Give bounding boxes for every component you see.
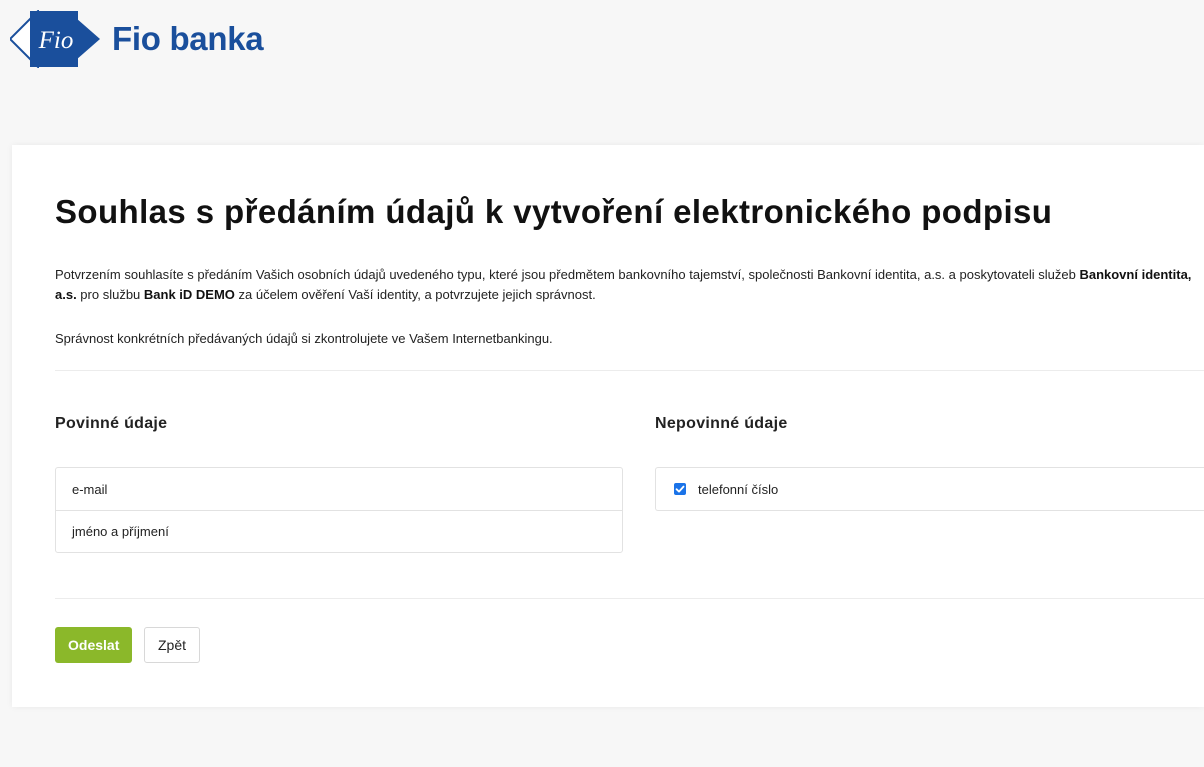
fio-banka-logo[interactable]: Fio Fio banka [10,10,264,68]
page: Fio Fio banka Souhlas s předáním údajů k… [0,0,1204,767]
divider [55,598,1204,599]
divider [55,370,1204,371]
brand-name: Fio banka [112,20,264,57]
submit-button[interactable]: Odeslat [55,627,133,663]
list-item-label: jméno a příjmení [72,524,169,539]
consent-text-part3: za účelem ověření Vaší identity, a potvr… [234,287,596,302]
list-item-full-name: jméno a příjmení [56,510,622,552]
page-title: Souhlas s předáním údajů k vytvoření ele… [55,193,1053,230]
consent-service-name: Bank iD DEMO [143,287,235,302]
list-item-label: e-mail [72,481,108,497]
list-item-email: e-mail [56,468,622,510]
required-data-list: e-mail jméno a příjmení [55,467,623,553]
fio-logo-mark-icon: Fio [10,10,102,68]
consent-paragraph: Potvrzením souhlasíte s předáním Vašich … [55,265,1204,305]
consent-text-part2: pro službu [76,287,144,302]
optional-data-heading: Nepovinné údaje [655,415,788,432]
consent-text-part1: Potvrzením souhlasíte s předáním Vašich … [55,267,1080,282]
consent-card: Souhlas s předáním údajů k vytvoření ele… [12,145,1204,707]
checkmark-icon [675,485,685,493]
back-button[interactable]: Zpět [144,627,201,663]
required-data-heading: Povinné údaje [55,415,168,432]
list-item-phone-number[interactable]: telefonní číslo [656,468,1204,510]
list-item-label: telefonní číslo [698,481,779,497]
optional-data-list: telefonní číslo [655,467,1204,511]
verification-note: Správnost konkrétních předávaných údajů … [55,331,553,346]
logo-mark-text: Fio [38,27,74,54]
phone-number-checkbox[interactable] [674,483,686,495]
